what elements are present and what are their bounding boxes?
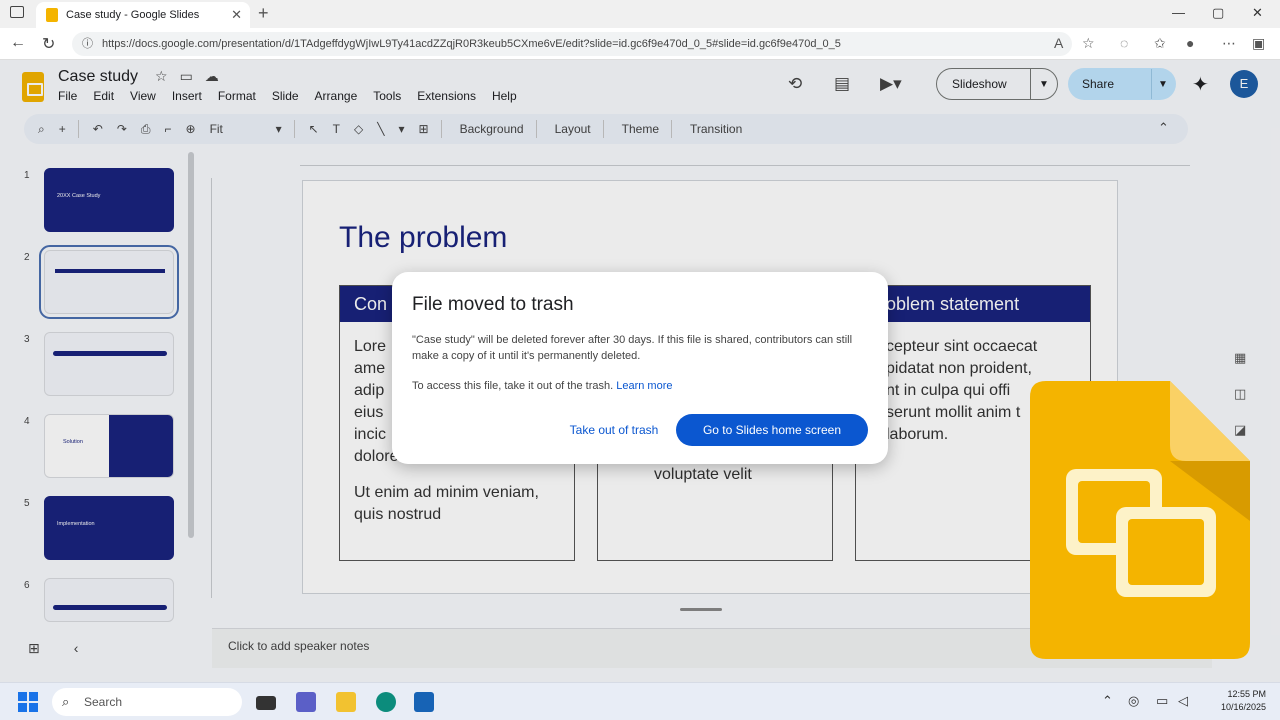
teams-icon[interactable] [296, 692, 316, 712]
profile-icon[interactable]: ● [1186, 35, 1194, 51]
reload-icon[interactable]: ↻ [42, 34, 55, 54]
read-aloud-icon[interactable]: A [1054, 35, 1063, 51]
favorite-star-icon[interactable]: ☆ [1082, 35, 1095, 52]
new-tab-button[interactable]: + [258, 3, 269, 24]
favorites-icon[interactable]: ✩ [1154, 35, 1166, 52]
clock-time: 12:55 PM [1227, 689, 1266, 699]
take-out-of-trash-button[interactable]: Take out of trash [552, 414, 676, 446]
windows-taskbar: ⌕ Search ⌃ ◎ ▭ ◁ 12:55 PM 10/16/2025 [0, 682, 1280, 720]
dialog-body: "Case study" will be deleted forever aft… [412, 334, 853, 362]
url-field[interactable]: ⓘ https://docs.google.com/presentation/d… [72, 32, 1072, 56]
browser-tab[interactable]: Case study - Google Slides ✕ [36, 2, 250, 28]
clock-date: 10/16/2025 [1220, 702, 1266, 712]
dialog-access-message: To access this file, take it out of the … [412, 380, 614, 392]
maximize-icon[interactable]: ▢ [1212, 5, 1224, 21]
task-view-icon[interactable] [256, 696, 276, 710]
windows-start-icon[interactable] [18, 692, 38, 712]
show-hidden-icons[interactable]: ⌃ [1102, 693, 1113, 709]
sidebar-icon[interactable]: ▣ [1252, 35, 1265, 52]
minimize-icon[interactable]: — [1172, 5, 1185, 20]
search-icon: ⌕ [62, 694, 70, 709]
edge-icon[interactable] [376, 692, 396, 712]
learn-more-link[interactable]: Learn more [616, 380, 672, 392]
taskbar-search[interactable]: ⌕ Search [52, 688, 242, 716]
network-icon[interactable]: ▭ [1156, 693, 1168, 709]
tab-title: Case study - Google Slides [66, 9, 200, 21]
close-tab-icon[interactable]: ✕ [231, 7, 242, 23]
dialog-access-text: To access this file, take it out of the … [412, 380, 868, 392]
close-window-icon[interactable]: ✕ [1252, 5, 1263, 21]
google-slides-logo-icon [1030, 381, 1250, 659]
extension-icon[interactable]: ◌ [1120, 35, 1128, 51]
file-trashed-dialog: File moved to trash "Case study" will be… [392, 272, 888, 464]
browser-tab-bar: Case study - Google Slides ✕ + — ▢ ✕ [0, 0, 1280, 28]
go-to-slides-home-button[interactable]: Go to Slides home screen [676, 414, 868, 446]
taskbar-search-placeholder: Search [84, 695, 123, 709]
system-clock[interactable]: 12:55 PM 10/16/2025 [1206, 688, 1266, 714]
store-icon[interactable] [414, 692, 434, 712]
volume-icon[interactable]: ◁ [1178, 693, 1188, 709]
back-icon[interactable]: ← [10, 34, 26, 52]
tray-app-icon[interactable]: ◎ [1128, 693, 1139, 709]
address-bar-row: ← ↻ ⓘ https://docs.google.com/presentati… [0, 28, 1280, 60]
tab-actions-icon[interactable] [10, 6, 24, 18]
slides-favicon-icon [46, 8, 58, 22]
file-explorer-icon[interactable] [336, 692, 356, 712]
url-text: https://docs.google.com/presentation/d/1… [102, 38, 841, 50]
more-icon[interactable]: ⋯ [1222, 35, 1236, 52]
site-info-icon[interactable]: ⓘ [82, 32, 93, 56]
dialog-title: File moved to trash [412, 294, 574, 315]
